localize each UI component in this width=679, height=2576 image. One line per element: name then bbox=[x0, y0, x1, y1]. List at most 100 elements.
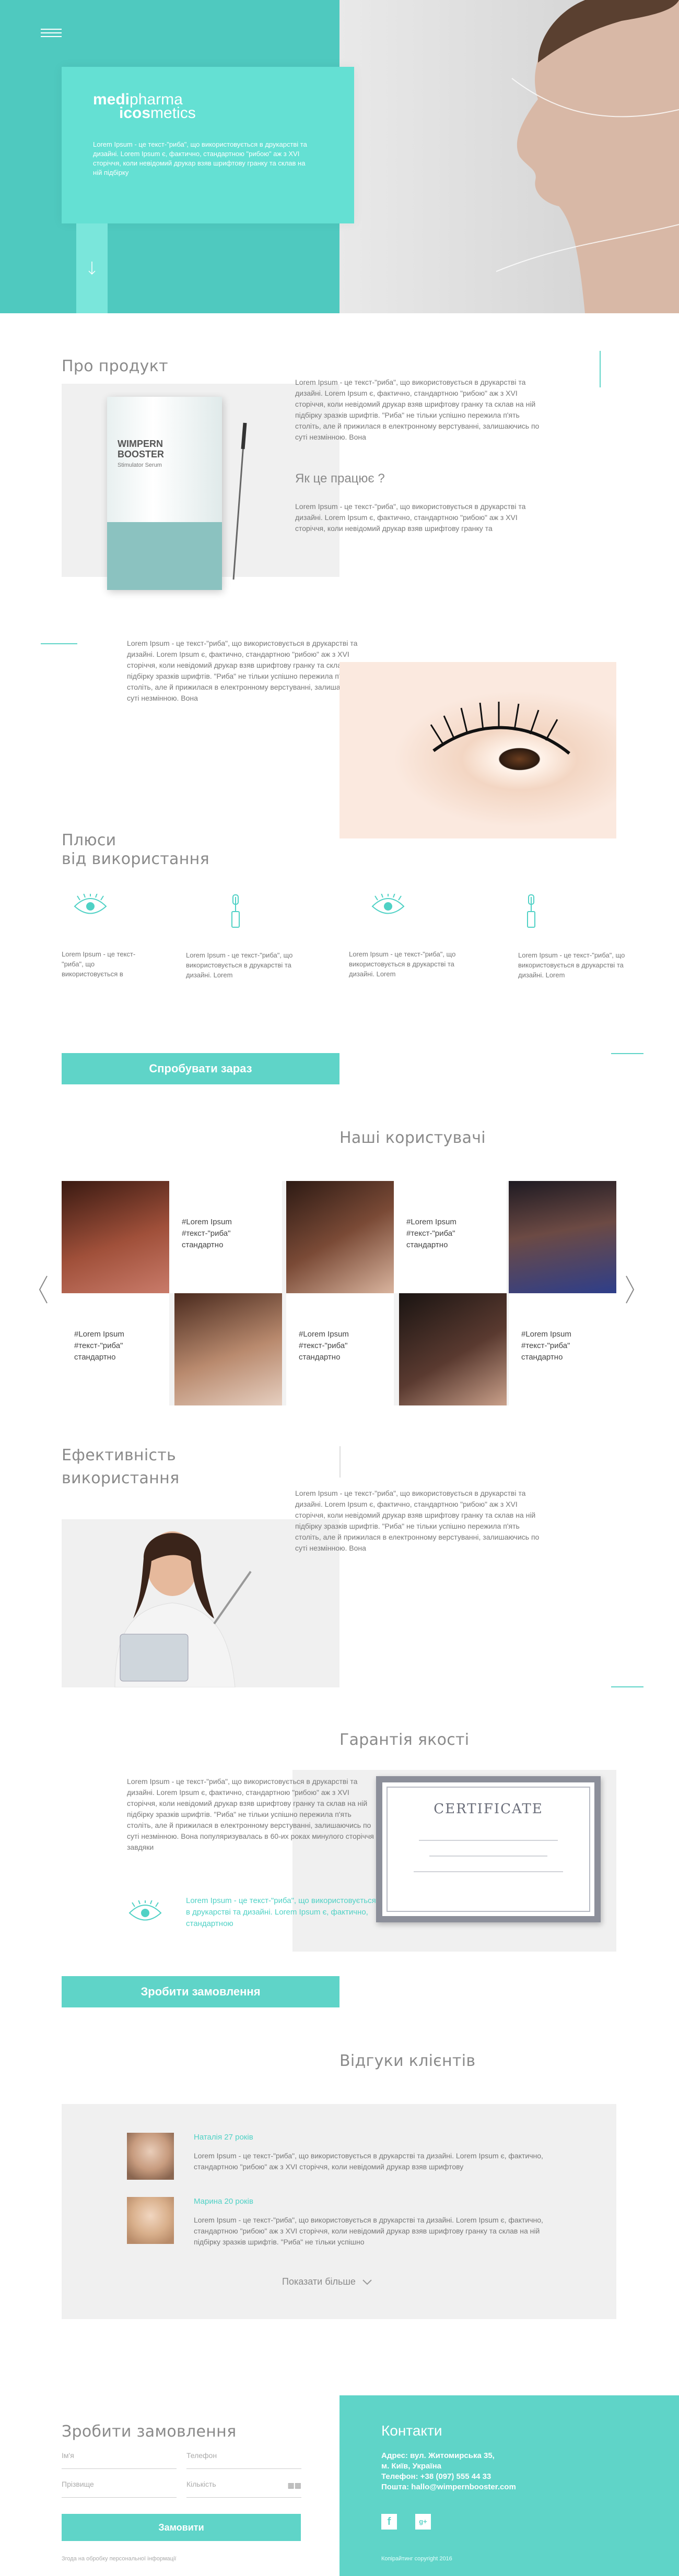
carousel-next[interactable] bbox=[624, 1274, 637, 1308]
user-caption-tile: #Lorem Ipsum #текст-"риба" стандартно bbox=[62, 1293, 169, 1405]
phone-placeholder: Телефон bbox=[186, 2451, 217, 2460]
logo-metics: metics bbox=[150, 104, 196, 122]
quality-text: Lorem Ipsum - це текст-"риба", що викори… bbox=[127, 1777, 374, 1851]
user-photo[interactable] bbox=[286, 1181, 394, 1293]
name-placeholder: Ім'я bbox=[62, 2451, 74, 2460]
submit-order-button[interactable]: Замовити bbox=[62, 2514, 301, 2541]
user-photo[interactable] bbox=[62, 1181, 169, 1293]
product-subtitle: Stimulator Serum bbox=[118, 462, 162, 468]
user-caption-line: #текст-"риба" bbox=[182, 1229, 231, 1238]
order-title: Зробити замовлення bbox=[62, 2423, 237, 2441]
chevron-left-icon bbox=[39, 1275, 48, 1304]
benefit-item: Lorem Ipsum - це текст-"риба", що викори… bbox=[62, 894, 145, 979]
users-title: Наші користувачі bbox=[340, 1129, 486, 1147]
phone-field[interactable]: Телефон bbox=[186, 2451, 301, 2469]
menu-button[interactable] bbox=[41, 26, 62, 42]
chevron-right-icon bbox=[626, 1275, 635, 1304]
product-name: WIMPERN BOOSTER bbox=[118, 439, 165, 459]
user-photo[interactable] bbox=[174, 1293, 282, 1405]
benefits-title-line2: від використання bbox=[62, 850, 209, 868]
surname-placeholder: Прізвище bbox=[62, 2480, 94, 2488]
order-now-button[interactable]: Зробити замовлення bbox=[62, 1976, 340, 2007]
woman-profile-illustration bbox=[496, 0, 679, 313]
eye-icon bbox=[349, 894, 464, 917]
user-caption-line: #текст-"риба" bbox=[521, 1341, 570, 1350]
deco-line-right-2 bbox=[611, 1686, 643, 1687]
user-caption-line: #Lorem Ipsum bbox=[406, 1218, 456, 1226]
user-caption-tile: #Lorem Ipsum #текст-"риба" стандартно bbox=[394, 1181, 507, 1293]
user-caption-tile: #Lorem Ipsum #текст-"риба" стандартно bbox=[169, 1181, 282, 1293]
facebook-icon: f bbox=[387, 2516, 391, 2527]
contacts-phone: Телефон: +38 (097) 555 44 33 bbox=[381, 2472, 491, 2481]
eye-icon bbox=[62, 894, 145, 917]
product-box: WIMPERN BOOSTER Stimulator Serum bbox=[107, 397, 222, 590]
how-it-works-title: Як це працює ? bbox=[295, 471, 385, 486]
consent-note[interactable]: Згода на обробку персональної інформації bbox=[62, 2556, 176, 2562]
quality-title: Гарантія якості bbox=[340, 1731, 470, 1749]
show-more-label: Показати більше bbox=[282, 2276, 356, 2287]
hero-text: Lorem Ipsum - це текст-"риба", що викори… bbox=[93, 140, 307, 176]
user-caption-line: #текст-"риба" bbox=[74, 1341, 123, 1350]
deco-line-left bbox=[41, 643, 77, 644]
user-caption-tile: #Lorem Ipsum #текст-"риба" стандартно bbox=[509, 1293, 616, 1405]
google-plus-icon: g+ bbox=[419, 2518, 427, 2525]
deco-line-right bbox=[611, 1053, 643, 1054]
benefit-text: Lorem Ipsum - це текст-"риба", що викори… bbox=[62, 950, 136, 978]
user-photo[interactable] bbox=[399, 1293, 507, 1405]
carousel-prev[interactable] bbox=[37, 1274, 49, 1308]
quality-highlight: Lorem Ipsum - це текст-"риба", що викори… bbox=[186, 1896, 376, 1928]
logo: medipharma icosmetics bbox=[93, 92, 196, 122]
hamburger-icon bbox=[41, 29, 62, 37]
about-title: Про продукт bbox=[62, 357, 168, 375]
contacts-title: Контакти bbox=[381, 2423, 442, 2439]
contacts-email[interactable]: Пошта: hallo@wimpernbooster.com bbox=[381, 2483, 516, 2491]
chevron-down-icon bbox=[362, 2279, 372, 2285]
try-now-button[interactable]: Спробувати зараз bbox=[62, 1053, 340, 1084]
review-text: Lorem Ipsum - це текст-"риба", що викори… bbox=[194, 2152, 543, 2171]
contacts-city: м. Київ, Україна bbox=[381, 2462, 441, 2471]
copyright: Копірайтинг copyright 2016 bbox=[381, 2556, 452, 2562]
review-name: Наталія 27 років bbox=[194, 2133, 253, 2142]
user-caption-line: #текст-"риба" bbox=[299, 1341, 348, 1350]
review-name: Марина 20 років bbox=[194, 2197, 253, 2206]
logo-icos: icos bbox=[119, 104, 151, 122]
about-text-1: Lorem Ipsum - це текст-"риба", що викори… bbox=[295, 378, 540, 441]
surname-field[interactable]: Прізвище bbox=[62, 2480, 177, 2498]
user-caption-line: стандартно bbox=[521, 1353, 563, 1362]
certificate-title: CERTIFICATE bbox=[434, 1801, 543, 1817]
avatar bbox=[127, 2197, 174, 2244]
benefit-item: Lorem Ipsum - це текст-"риба", що викори… bbox=[349, 894, 464, 979]
arrow-down-icon bbox=[88, 262, 96, 275]
reviews-title: Відгуки клієнтів bbox=[340, 2052, 476, 2070]
user-caption-line: стандартно bbox=[74, 1353, 116, 1362]
hero-card: medipharma icosmetics Lorem Ipsum - це т… bbox=[62, 67, 354, 223]
about-deco-line bbox=[600, 351, 601, 387]
avatar bbox=[127, 2133, 174, 2180]
quality-eye-icon bbox=[127, 1899, 163, 1926]
benefits-title-line1: Плюси bbox=[62, 831, 116, 849]
doctor-photo bbox=[84, 1504, 272, 1688]
about-text-2: Lorem Ipsum - це текст-"риба", що викори… bbox=[295, 502, 526, 533]
show-more-button[interactable]: Показати більше bbox=[282, 2276, 373, 2287]
user-photo[interactable] bbox=[509, 1181, 616, 1293]
mascara-wand bbox=[227, 418, 248, 585]
grid-icon: ▦▦ bbox=[287, 2481, 301, 2489]
mascara-icon bbox=[186, 894, 301, 930]
certificate-image: CERTIFICATE bbox=[376, 1776, 601, 1922]
name-field[interactable]: Ім'я bbox=[62, 2451, 177, 2469]
scroll-down-button[interactable] bbox=[76, 223, 108, 313]
users-grid: #Lorem Ipsum #текст-"риба" стандартно #Lor… bbox=[62, 1181, 616, 1405]
user-caption-line: стандартно bbox=[182, 1240, 224, 1249]
contacts-address: Адрес: вул. Житомирська 35, bbox=[381, 2451, 495, 2460]
efficiency-text: Lorem Ipsum - це текст-"риба", що викори… bbox=[295, 1489, 540, 1552]
efficiency-title-line2: використання bbox=[62, 1469, 180, 1487]
user-caption-line: #текст-"риба" bbox=[406, 1229, 455, 1238]
user-caption-line: #Lorem Ipsum bbox=[74, 1330, 124, 1339]
user-caption-tile: #Lorem Ipsum #текст-"риба" стандартно bbox=[286, 1293, 394, 1405]
hero-image bbox=[340, 0, 679, 313]
google-plus-button[interactable]: g+ bbox=[415, 2514, 431, 2530]
quantity-field[interactable]: Кількість ▦▦ bbox=[186, 2480, 301, 2498]
eye-photo bbox=[340, 662, 616, 838]
facebook-button[interactable]: f bbox=[381, 2514, 397, 2530]
benefit-text: Lorem Ipsum - це текст-"риба", що викори… bbox=[518, 951, 625, 979]
